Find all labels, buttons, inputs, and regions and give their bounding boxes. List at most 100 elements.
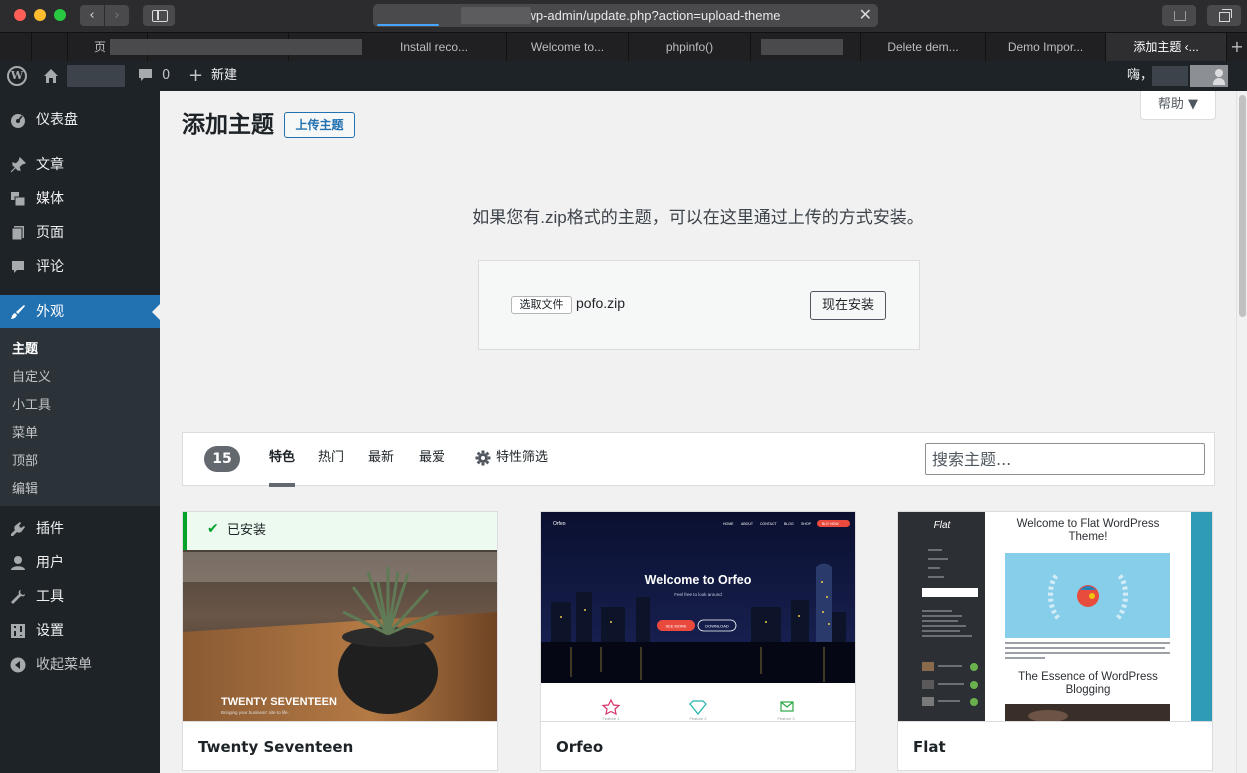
scrollbar-thumb[interactable] — [1239, 95, 1246, 317]
collapse-icon — [10, 657, 26, 673]
browser-window: ‹ › wp-admin/update.php?action=upload-th… — [0, 0, 1247, 773]
redacted-tab-title — [761, 39, 843, 55]
submenu-editor[interactable]: 编辑 — [12, 476, 38, 504]
menu-item-users[interactable]: 用户 — [0, 546, 160, 580]
theme-name: Orfeo — [556, 738, 604, 756]
wrench-icon — [10, 589, 26, 605]
submenu-themes[interactable]: 主题 — [12, 336, 38, 364]
menu-item-appearance[interactable]: 外观 — [0, 295, 160, 329]
page-icon — [10, 225, 26, 241]
upload-form: 选取文件 pofo.zip 现在安装 — [478, 260, 920, 350]
filter-popular[interactable]: 热门 — [318, 433, 344, 483]
stop-loading-icon[interactable]: ✕ — [859, 4, 872, 27]
theme-shot-title-line2: Theme! — [1069, 531, 1108, 543]
tab-pinned-1[interactable] — [9, 33, 32, 61]
appearance-submenu: 主题 自定义 小工具 菜单 顶部 编辑 — [0, 328, 160, 506]
tab-label: 添加主题 ‹... — [1133, 40, 1199, 54]
theme-shot-nav-item: HOME — [723, 522, 734, 526]
theme-screenshot[interactable]: Orfeo HOME ABOUT CONTACT BLOG SHOP BUY N… — [541, 512, 855, 721]
brush-icon — [10, 304, 26, 320]
tab-4[interactable]: Welcome to... — [507, 33, 629, 61]
submenu-widgets[interactable]: 小工具 — [12, 392, 51, 420]
minimize-window-button[interactable] — [34, 9, 46, 21]
search-themes-input[interactable] — [925, 443, 1205, 475]
tab-8[interactable]: Demo Impor... — [986, 33, 1106, 61]
tab-strip: 页 Install reco... Welcome to... phpinfo(… — [0, 32, 1247, 61]
upload-theme-button[interactable]: 上传主题 — [284, 112, 355, 138]
checkmark-icon: ✔ — [207, 521, 219, 537]
theme-filter-bar: 15 特色 热门 最新 最爱 特性筛选 — [182, 432, 1215, 487]
tab-3[interactable]: Install reco... — [362, 33, 507, 61]
zoom-window-button[interactable] — [54, 9, 66, 21]
theme-card-twenty-seventeen[interactable]: ✔ 已安装 TWENTY SEVENTEEN Bringing your bus… — [182, 511, 498, 771]
comment-count[interactable]: 0 — [162, 61, 170, 91]
theme-shot-title: TWENTY SEVENTEEN — [221, 696, 337, 708]
submenu-customize[interactable]: 自定义 — [12, 364, 51, 392]
menu-item-dashboard[interactable]: 仪表盘 — [0, 103, 160, 137]
theme-shot-heading: The Essence of WordPress — [1018, 671, 1158, 683]
theme-screenshot[interactable]: Flat Welcome to Flat WordPress Theme! Th… — [898, 512, 1212, 721]
theme-card-flat[interactable]: Flat Welcome to Flat WordPress Theme! Th… — [897, 511, 1213, 771]
tab-label: Demo Impor... — [1007, 40, 1084, 54]
home-icon[interactable] — [43, 68, 59, 84]
menu-item-posts[interactable]: 文章 — [0, 148, 160, 182]
howdy-greeting[interactable]: 嗨， — [1127, 61, 1153, 91]
tab-overview-button[interactable] — [1207, 5, 1241, 26]
page-scrollbar[interactable] — [1236, 91, 1247, 773]
filter-featured[interactable]: 特色 — [269, 433, 296, 487]
back-button[interactable]: ‹ — [80, 5, 104, 26]
theme-name: Flat — [913, 738, 946, 756]
menu-item-media[interactable]: 媒体 — [0, 182, 160, 216]
user-icon — [10, 555, 26, 571]
menu-item-pages[interactable]: 页面 — [0, 216, 160, 250]
url-text: wp-admin/update.php?action=upload-theme — [526, 8, 781, 23]
theme-shot-title: Welcome to Flat WordPress — [1017, 518, 1160, 530]
tab-9-active[interactable]: 添加主题 ‹... — [1106, 33, 1227, 61]
menu-item-tools[interactable]: 工具 — [0, 580, 160, 614]
filter-favorites[interactable]: 最爱 — [419, 433, 445, 483]
theme-shot-nav-item: ABOUT — [741, 522, 754, 526]
submenu-menus[interactable]: 菜单 — [12, 420, 38, 448]
upload-help-text: 如果您有.zip格式的主题，可以在这里通过上传的方式安装。 — [472, 208, 924, 227]
share-button[interactable] — [1162, 5, 1196, 26]
menu-item-collapse[interactable]: 收起菜单 — [0, 648, 160, 682]
tab-5[interactable]: phpinfo() — [629, 33, 751, 61]
theme-count-badge: 15 — [204, 446, 240, 472]
sidebar-toggle-button[interactable] — [143, 5, 175, 26]
theme-shot-heading-line2: Blogging — [1066, 684, 1111, 696]
tab-7[interactable]: Delete dem... — [861, 33, 986, 61]
new-content-link[interactable]: 新建 — [211, 61, 237, 91]
theme-name-bar: Flat — [898, 721, 1212, 770]
avatar[interactable] — [1190, 65, 1228, 87]
plus-icon[interactable]: + — [188, 61, 203, 91]
comment-icon[interactable] — [138, 68, 153, 82]
menu-item-settings[interactable]: 设置 — [0, 614, 160, 648]
chevron-right-icon: › — [114, 8, 120, 23]
selected-file-name: pofo.zip — [576, 295, 626, 311]
menu-item-plugins[interactable]: 插件 — [0, 512, 160, 546]
close-window-button[interactable] — [14, 9, 26, 21]
redacted-site-name[interactable] — [67, 65, 125, 87]
submenu-header[interactable]: 顶部 — [12, 448, 38, 476]
filter-latest[interactable]: 最新 — [368, 433, 394, 483]
media-icon — [10, 191, 26, 207]
new-tab-button[interactable]: + — [1227, 33, 1247, 61]
theme-shot-subtitle: Feel free to look around — [674, 592, 722, 597]
forward-button[interactable]: › — [105, 5, 129, 26]
theme-card-orfeo[interactable]: Orfeo HOME ABOUT CONTACT BLOG SHOP BUY N… — [540, 511, 856, 771]
theme-shot-title: Welcome to Orfeo — [645, 573, 752, 587]
menu-item-comments[interactable]: 评论 — [0, 250, 160, 284]
gear-icon — [475, 450, 491, 466]
wordpress-logo-icon[interactable]: W — [7, 66, 27, 86]
tab-pinned-2[interactable] — [32, 33, 68, 61]
redacted-username[interactable] — [1152, 66, 1188, 86]
address-bar[interactable]: wp-admin/update.php?action=upload-theme … — [373, 4, 878, 27]
install-now-button[interactable]: 现在安装 — [810, 291, 886, 320]
choose-file-button[interactable]: 选取文件 — [511, 296, 572, 314]
browser-titlebar: ‹ › wp-admin/update.php?action=upload-th… — [0, 0, 1247, 32]
settings-icon — [10, 623, 26, 639]
tab-label: Welcome to... — [530, 40, 605, 54]
help-tab-button[interactable]: 帮助 ▼ — [1140, 91, 1216, 120]
comment-icon — [10, 259, 26, 275]
theme-shot-logo: Flat — [934, 520, 952, 531]
